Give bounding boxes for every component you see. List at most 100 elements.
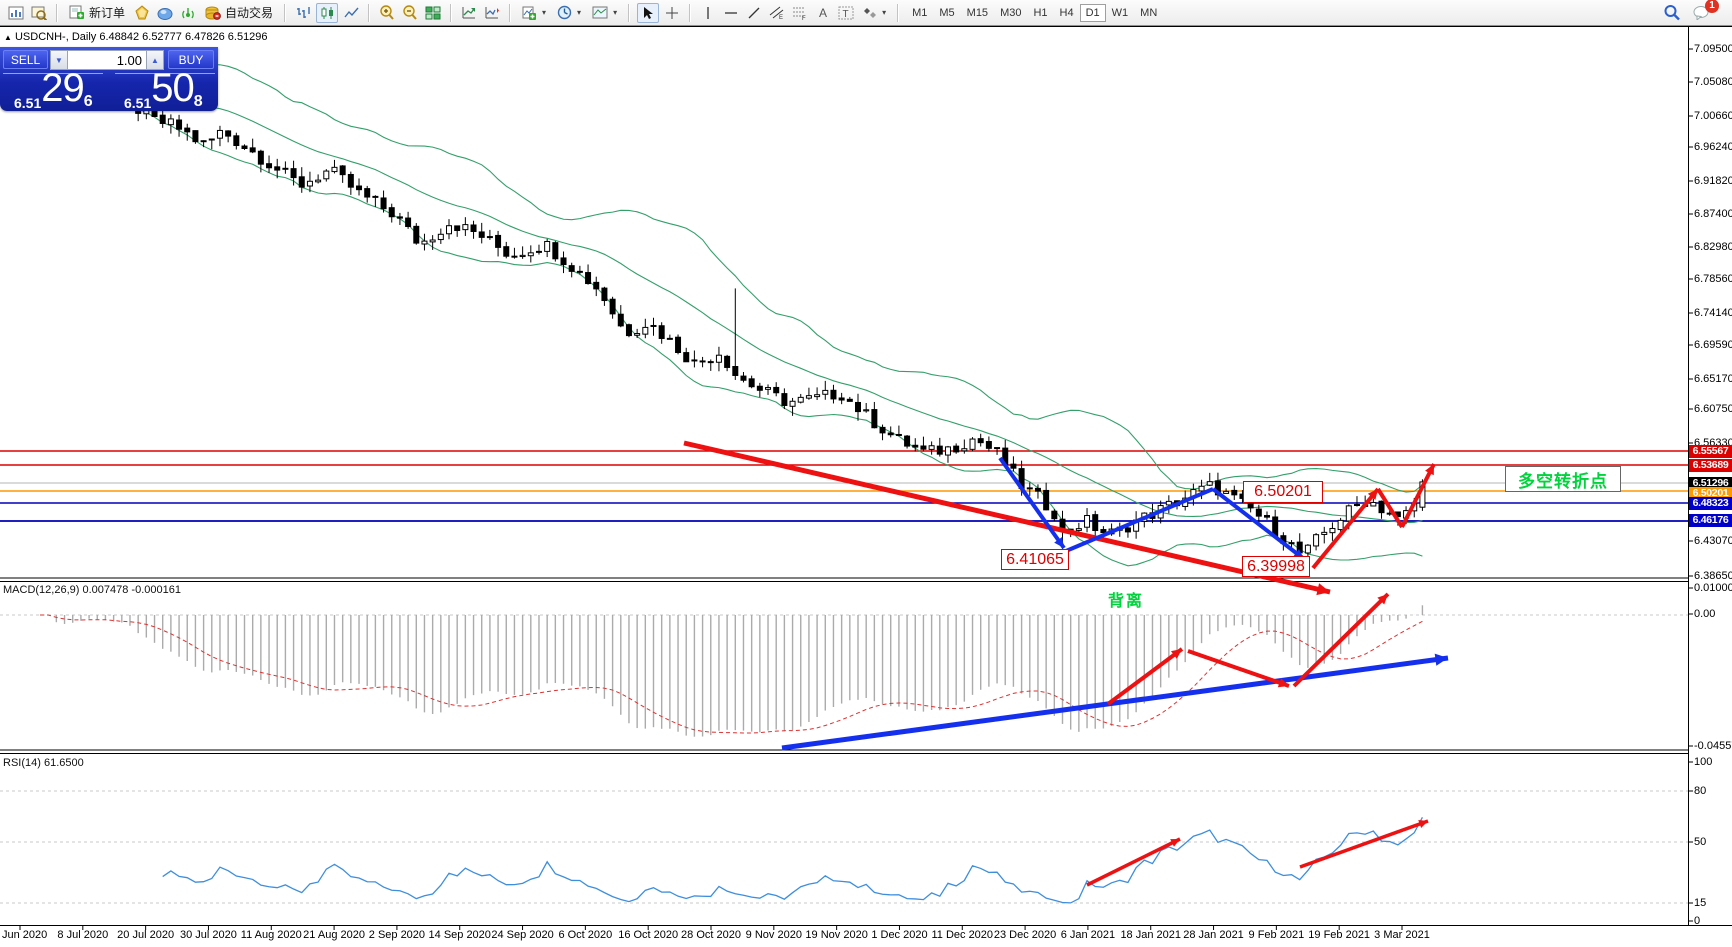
sell-price[interactable]: 6.51 29 6 xyxy=(14,75,93,111)
candles-icon[interactable] xyxy=(316,3,338,23)
date-label[interactable]: 11 Dec 2020 xyxy=(931,929,993,941)
price-tick[interactable]: 6.69590 xyxy=(1694,339,1732,351)
macd-tick[interactable]: -0.045577 xyxy=(1694,740,1732,752)
profiles-icon[interactable] xyxy=(29,4,49,22)
price-tick[interactable]: 7.00660 xyxy=(1694,110,1732,122)
date-label[interactable]: 9 Nov 2020 xyxy=(746,929,802,941)
rsi-tick[interactable]: 100 xyxy=(1694,756,1712,768)
date-label[interactable]: 1 Dec 2020 xyxy=(871,929,927,941)
date-label[interactable]: 6 Oct 2020 xyxy=(558,929,612,941)
top-toolbar: 新订单 自动交易 ▾ ▾ ▾ E F A T ▾ M1M5M15M30H1H4D… xyxy=(0,0,1732,26)
macd-tick[interactable]: 0.010004 xyxy=(1694,582,1732,594)
price-tick[interactable]: 6.60750 xyxy=(1694,403,1732,415)
date-label[interactable]: 14 Sep 2020 xyxy=(429,929,491,941)
timeframe-M1[interactable]: M1 xyxy=(906,4,933,22)
date-label[interactable]: 30 Jul 2020 xyxy=(180,929,237,941)
timeframe-M5[interactable]: M5 xyxy=(933,4,960,22)
price-callout-641065[interactable]: 6.41065 xyxy=(1001,549,1069,570)
date-label[interactable]: 19 Feb 2021 xyxy=(1308,929,1370,941)
autotrading-button[interactable]: 自动交易 xyxy=(201,3,277,22)
price-tick[interactable]: 6.74140 xyxy=(1694,307,1732,319)
date-label[interactable]: 23 Dec 2020 xyxy=(994,929,1056,941)
date-label[interactable]: 21 Aug 2020 xyxy=(303,929,365,941)
crosshair-icon[interactable] xyxy=(662,4,682,22)
price-tick[interactable]: 6.96240 xyxy=(1694,141,1732,153)
date-label[interactable]: 2 Sep 2020 xyxy=(369,929,425,941)
toolbar-separator xyxy=(897,4,899,22)
text-label-icon[interactable]: T xyxy=(836,4,856,22)
market-icon[interactable] xyxy=(155,4,175,22)
date-label[interactable]: 3 Mar 2021 xyxy=(1374,929,1430,941)
buy-price-base: 6.51 xyxy=(124,95,151,111)
autotrading-label: 自动交易 xyxy=(225,4,273,21)
new-chart-icon[interactable] xyxy=(6,4,26,22)
channel-icon[interactable]: E xyxy=(767,4,787,22)
mql5-community-icon[interactable] xyxy=(132,4,152,22)
text-icon[interactable]: A xyxy=(813,4,833,22)
price-callout-639998[interactable]: 6.39998 xyxy=(1242,556,1310,577)
indicators-dropdown[interactable]: ▾ xyxy=(518,5,550,21)
chart-canvas[interactable] xyxy=(0,0,1732,947)
zoom-in-icon[interactable] xyxy=(377,4,397,22)
date-label[interactable]: 19 Nov 2020 xyxy=(805,929,867,941)
timeframe-D1[interactable]: D1 xyxy=(1080,4,1106,22)
chart-shift-icon[interactable] xyxy=(482,4,502,22)
new-order-button[interactable]: 新订单 xyxy=(65,3,129,22)
cursor-icon[interactable] xyxy=(637,3,659,23)
date-label[interactable]: 16 Oct 2020 xyxy=(618,929,678,941)
templates-dropdown[interactable]: ▾ xyxy=(588,5,621,20)
timeframe-H1[interactable]: H1 xyxy=(1027,4,1053,22)
price-tick[interactable]: 6.87400 xyxy=(1694,208,1732,220)
price-tick[interactable]: 7.05080 xyxy=(1694,76,1732,88)
trendline-icon[interactable] xyxy=(744,4,764,22)
price-callout-650201[interactable]: 6.50201 xyxy=(1243,481,1323,503)
date-label[interactable]: 9 Feb 2021 xyxy=(1249,929,1305,941)
date-label[interactable]: 28 Oct 2020 xyxy=(681,929,741,941)
price-tick[interactable]: 6.43070 xyxy=(1694,535,1732,547)
collapse-arrow-icon[interactable]: ▲ xyxy=(4,33,12,42)
price-tick[interactable]: 6.91820 xyxy=(1694,175,1732,187)
macd-name: MACD(12,26,9) xyxy=(3,584,79,596)
tile-windows-icon[interactable] xyxy=(423,4,443,22)
timeframe-MN[interactable]: MN xyxy=(1134,4,1163,22)
timeframe-M30[interactable]: M30 xyxy=(994,4,1027,22)
shapes-dropdown[interactable]: ▾ xyxy=(859,5,890,20)
vline-icon[interactable] xyxy=(698,4,718,22)
date-label[interactable]: 11 Aug 2020 xyxy=(241,929,302,941)
chevron-down-icon: ▾ xyxy=(882,8,886,17)
date-label[interactable]: 8 Jul 2020 xyxy=(57,929,108,941)
rsi-tick[interactable]: 15 xyxy=(1694,897,1706,909)
timeframe-H4[interactable]: H4 xyxy=(1054,4,1080,22)
date-label[interactable]: 20 Jul 2020 xyxy=(117,929,174,941)
date-label[interactable]: 6 Jan 2021 xyxy=(1061,929,1115,941)
price-tick[interactable]: 6.82980 xyxy=(1694,241,1732,253)
periods-dropdown[interactable]: ▾ xyxy=(553,4,585,21)
rsi-tick[interactable]: 0 xyxy=(1694,915,1700,927)
zoom-out-icon[interactable] xyxy=(400,4,420,22)
date-label[interactable]: 18 Jan 2021 xyxy=(1120,929,1181,941)
rsi-tick[interactable]: 80 xyxy=(1694,785,1706,797)
search-icon[interactable] xyxy=(1662,4,1682,22)
timeframe-M15[interactable]: M15 xyxy=(961,4,994,22)
fibonacci-icon[interactable]: F xyxy=(790,4,810,22)
price-tick[interactable]: 6.78560 xyxy=(1694,273,1732,285)
auto-scroll-icon[interactable] xyxy=(459,4,479,22)
line-chart-icon[interactable] xyxy=(341,4,361,22)
price-tick[interactable]: 6.38650 xyxy=(1694,570,1732,582)
chat-icon[interactable]: 1 xyxy=(1692,4,1712,22)
price-tick[interactable]: 6.65170 xyxy=(1694,373,1732,385)
turning-point-note[interactable]: 多空转折点 xyxy=(1505,466,1621,492)
signals-icon[interactable] xyxy=(178,4,198,22)
price-tick[interactable]: 7.09500 xyxy=(1694,43,1732,55)
macd-tick[interactable]: 0.00 xyxy=(1694,608,1715,620)
divergence-note[interactable]: 背离 xyxy=(1100,589,1152,609)
buy-price[interactable]: 6.51 50 8 xyxy=(124,75,203,111)
date-label[interactable]: 28 Jan 2021 xyxy=(1183,929,1244,941)
hline-icon[interactable] xyxy=(721,4,741,22)
rsi-tick[interactable]: 50 xyxy=(1694,836,1706,848)
bars-icon[interactable] xyxy=(293,4,313,22)
date-label[interactable]: 6 Jun 2020 xyxy=(0,929,47,941)
timeframe-W1[interactable]: W1 xyxy=(1106,4,1135,22)
new-order-icon xyxy=(69,5,85,20)
date-label[interactable]: 24 Sep 2020 xyxy=(491,929,553,941)
